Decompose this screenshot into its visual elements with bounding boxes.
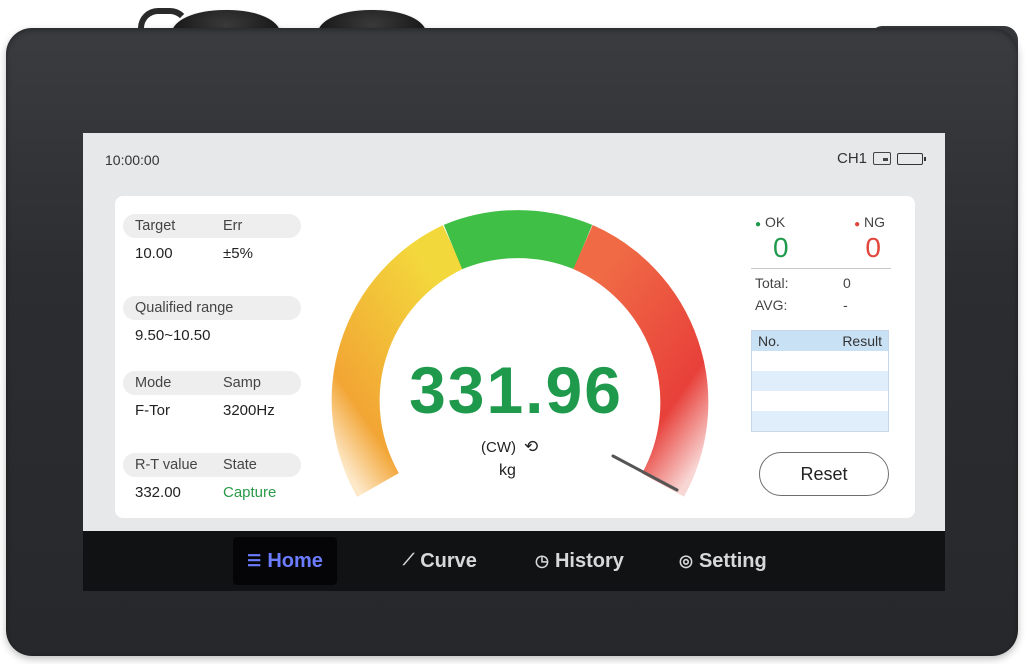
direction-row: (CW) ⟲ xyxy=(481,437,538,457)
results-table[interactable]: No. Result xyxy=(751,330,889,432)
total-value: 0 xyxy=(843,275,851,291)
nav-home-label: Home xyxy=(267,549,323,572)
mode-label: Mode xyxy=(135,375,172,391)
nav-history-label: History xyxy=(554,549,624,572)
ng-dot-icon: ● xyxy=(854,219,861,230)
mode-block: Mode Samp F-Tor 3200Hz xyxy=(123,371,301,423)
status-icons: CH1 xyxy=(836,150,926,167)
ok-label: OK xyxy=(764,214,786,230)
table-row xyxy=(752,351,888,371)
home-icon: ☰ xyxy=(247,553,262,570)
direction-label: (CW) xyxy=(481,438,516,456)
bottom-nav: ☰ Home ⟋ Curve ◷ History ◎ Setting xyxy=(83,531,945,591)
clock: 10:00:00 xyxy=(105,152,160,168)
state-label: State xyxy=(223,457,257,473)
gear-icon: ◎ xyxy=(679,553,693,570)
range-label: Qualified range xyxy=(135,300,234,316)
rt-label: R-T value xyxy=(135,457,198,473)
table-row xyxy=(752,391,888,411)
channel-label: CH1 xyxy=(836,150,867,167)
chart-icon: ⟋ xyxy=(403,552,415,569)
col-result: Result xyxy=(842,333,882,349)
ng-count: 0 xyxy=(865,232,881,263)
ok-ng-stats: ● OK ● NG 0 0 Total: 0 AVG: - xyxy=(751,214,891,313)
nav-setting-label: Setting xyxy=(698,549,767,572)
rotate-icon: ⟲ xyxy=(523,437,539,456)
avg-label: AVG: xyxy=(755,297,788,313)
main-panel: Target Err 10.00 ±5% Qualified range 9.5… xyxy=(115,196,915,518)
target-label: Target xyxy=(135,218,176,234)
table-row xyxy=(752,411,888,431)
rt-block: R-T value State 332.00 Capture xyxy=(123,453,301,505)
ok-dot-icon: ● xyxy=(755,219,762,230)
avg-value: - xyxy=(843,297,848,313)
nav-curve-label: Curve xyxy=(420,549,477,572)
rt-value: 332.00 xyxy=(135,483,181,501)
target-block: Target Err 10.00 ±5% xyxy=(123,214,301,266)
samp-label: Samp xyxy=(223,375,261,391)
nav-home[interactable]: ☰ Home xyxy=(233,537,337,585)
gauge: 331.96 (CW) ⟲ kg xyxy=(303,202,729,518)
status-bar: 10:00:00 CH1 xyxy=(83,133,945,185)
divider xyxy=(751,268,891,269)
col-no: No. xyxy=(758,333,780,349)
results-table-header: No. Result xyxy=(752,331,888,351)
target-value: 10.00 xyxy=(135,244,173,262)
ok-count: 0 xyxy=(773,232,789,263)
unit-label: kg xyxy=(499,462,516,479)
range-value: 9.50~10.50 xyxy=(135,326,211,344)
screen: 10:00:00 CH1 Target Err 10.00 ±5% Qualif… xyxy=(83,133,945,591)
nav-history[interactable]: ◷ History xyxy=(535,537,624,585)
ng-label: NG xyxy=(864,214,885,230)
table-row xyxy=(752,371,888,391)
nav-setting[interactable]: ◎ Setting xyxy=(679,537,767,585)
battery-icon xyxy=(897,152,926,165)
samp-value: 3200Hz xyxy=(223,401,275,419)
nav-curve[interactable]: ⟋ Curve xyxy=(403,537,477,585)
mode-value: F-Tor xyxy=(135,401,170,419)
state-value: Capture xyxy=(223,483,277,501)
range-block: Qualified range 9.50~10.50 xyxy=(123,296,301,348)
err-label: Err xyxy=(223,218,243,234)
clock-icon: ◷ xyxy=(535,553,549,570)
total-label: Total: xyxy=(755,275,789,291)
reset-button[interactable]: Reset xyxy=(759,452,889,496)
sd-card-icon xyxy=(873,152,891,165)
main-reading: 331.96 xyxy=(409,353,623,427)
err-value: ±5% xyxy=(223,244,253,262)
